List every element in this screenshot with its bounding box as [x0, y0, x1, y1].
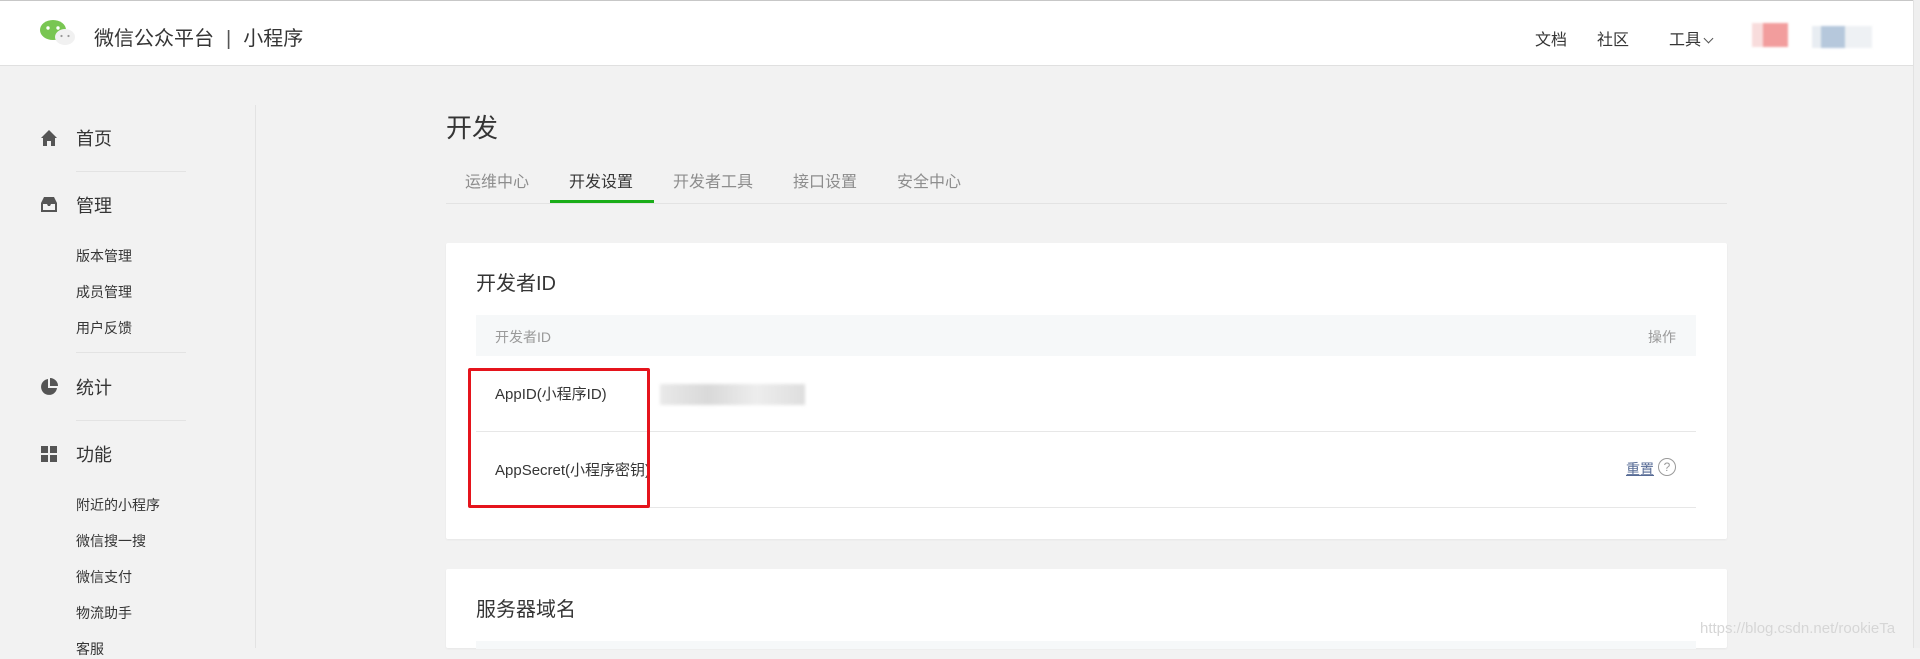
sidebar-separator: [76, 420, 186, 421]
nav-tools-menu[interactable]: 工具: [1669, 26, 1714, 50]
appid-masked-value: [660, 384, 805, 405]
nav-community-link[interactable]: 社区: [1597, 26, 1629, 50]
help-icon[interactable]: ?: [1658, 458, 1676, 476]
tab-bar: 运维中心 开发设置 开发者工具 接口设置 安全中心: [446, 168, 1727, 204]
server-domain-card: 服务器域名: [446, 569, 1727, 649]
sidebar-item-label: 统计: [76, 378, 112, 398]
sidebar-item-statistics[interactable]: 统计: [38, 374, 112, 400]
sidebar-item-label: 管理: [76, 196, 112, 216]
sidebar-divider: [255, 105, 256, 648]
sidebar-item-home[interactable]: 首页: [38, 125, 112, 151]
sidebar-item-wechat-pay[interactable]: 微信支付: [76, 567, 132, 587]
tab-security-center[interactable]: 安全中心: [897, 168, 961, 192]
chevron-down-icon: [1703, 33, 1714, 44]
platform-name: 微信公众平台: [94, 28, 214, 50]
sidebar-item-label: 功能: [76, 445, 112, 465]
sidebar-item-user-feedback[interactable]: 用户反馈: [76, 318, 132, 338]
highlight-annotation-box: [468, 368, 650, 508]
inbox-icon: [41, 197, 57, 212]
page-title: 开发: [446, 113, 499, 143]
nav-docs-link[interactable]: 文档: [1535, 26, 1567, 50]
table-row: AppSecret(小程序密钥) 重置 ?: [476, 432, 1696, 508]
brand-separator: |: [226, 28, 232, 50]
sidebar-item-features[interactable]: 功能: [38, 441, 112, 467]
tab-developer-tools[interactable]: 开发者工具: [673, 168, 753, 192]
sidebar-item-customer-service[interactable]: 客服: [76, 639, 104, 659]
server-domain-title: 服务器域名: [476, 599, 576, 621]
active-tab-indicator: [550, 200, 654, 203]
product-name: 小程序: [243, 28, 304, 50]
wechat-logo-icon[interactable]: [38, 18, 78, 50]
tab-development-settings[interactable]: 开发设置: [569, 168, 633, 192]
column-header-actions: 操作: [1648, 329, 1676, 345]
top-navigation-bar: 微信公众平台 | 小程序 文档 社区 工具: [0, 0, 1920, 66]
reset-appsecret-link[interactable]: 重置: [1626, 459, 1654, 479]
tab-interface-settings[interactable]: 接口设置: [793, 168, 857, 192]
tab-operations-center[interactable]: 运维中心: [465, 168, 529, 192]
sidebar-item-member-management[interactable]: 成员管理: [76, 282, 132, 302]
home-icon: [41, 130, 57, 146]
watermark-text: https://blog.csdn.net/rookieTa: [1700, 620, 1896, 637]
sidebar-item-version-management[interactable]: 版本管理: [76, 246, 132, 266]
account-avatar[interactable]: [1752, 23, 1788, 47]
column-header-developer-id: 开发者ID: [495, 329, 551, 345]
pie-chart-icon: [41, 378, 58, 395]
sidebar-item-wechat-search[interactable]: 微信搜一搜: [76, 531, 146, 551]
sidebar-separator: [76, 171, 186, 172]
sidebar-item-manage[interactable]: 管理: [38, 192, 112, 218]
account-name-masked[interactable]: [1812, 26, 1872, 48]
developer-id-table-header: 开发者ID 操作: [476, 315, 1696, 356]
sidebar-item-logistics-assistant[interactable]: 物流助手: [76, 603, 132, 623]
sidebar-item-label: 首页: [76, 129, 112, 149]
scrollbar[interactable]: [1913, 0, 1920, 648]
sidebar-item-nearby-miniprograms[interactable]: 附近的小程序: [76, 495, 160, 515]
sidebar-separator: [76, 352, 186, 353]
grid-icon: [41, 446, 57, 462]
table-row: AppID(小程序ID): [476, 356, 1696, 432]
brand-title[interactable]: 微信公众平台 | 小程序: [94, 22, 303, 51]
developer-id-title: 开发者ID: [476, 273, 556, 295]
sidebar: [0, 67, 256, 648]
nav-tools-label: 工具: [1669, 32, 1702, 49]
